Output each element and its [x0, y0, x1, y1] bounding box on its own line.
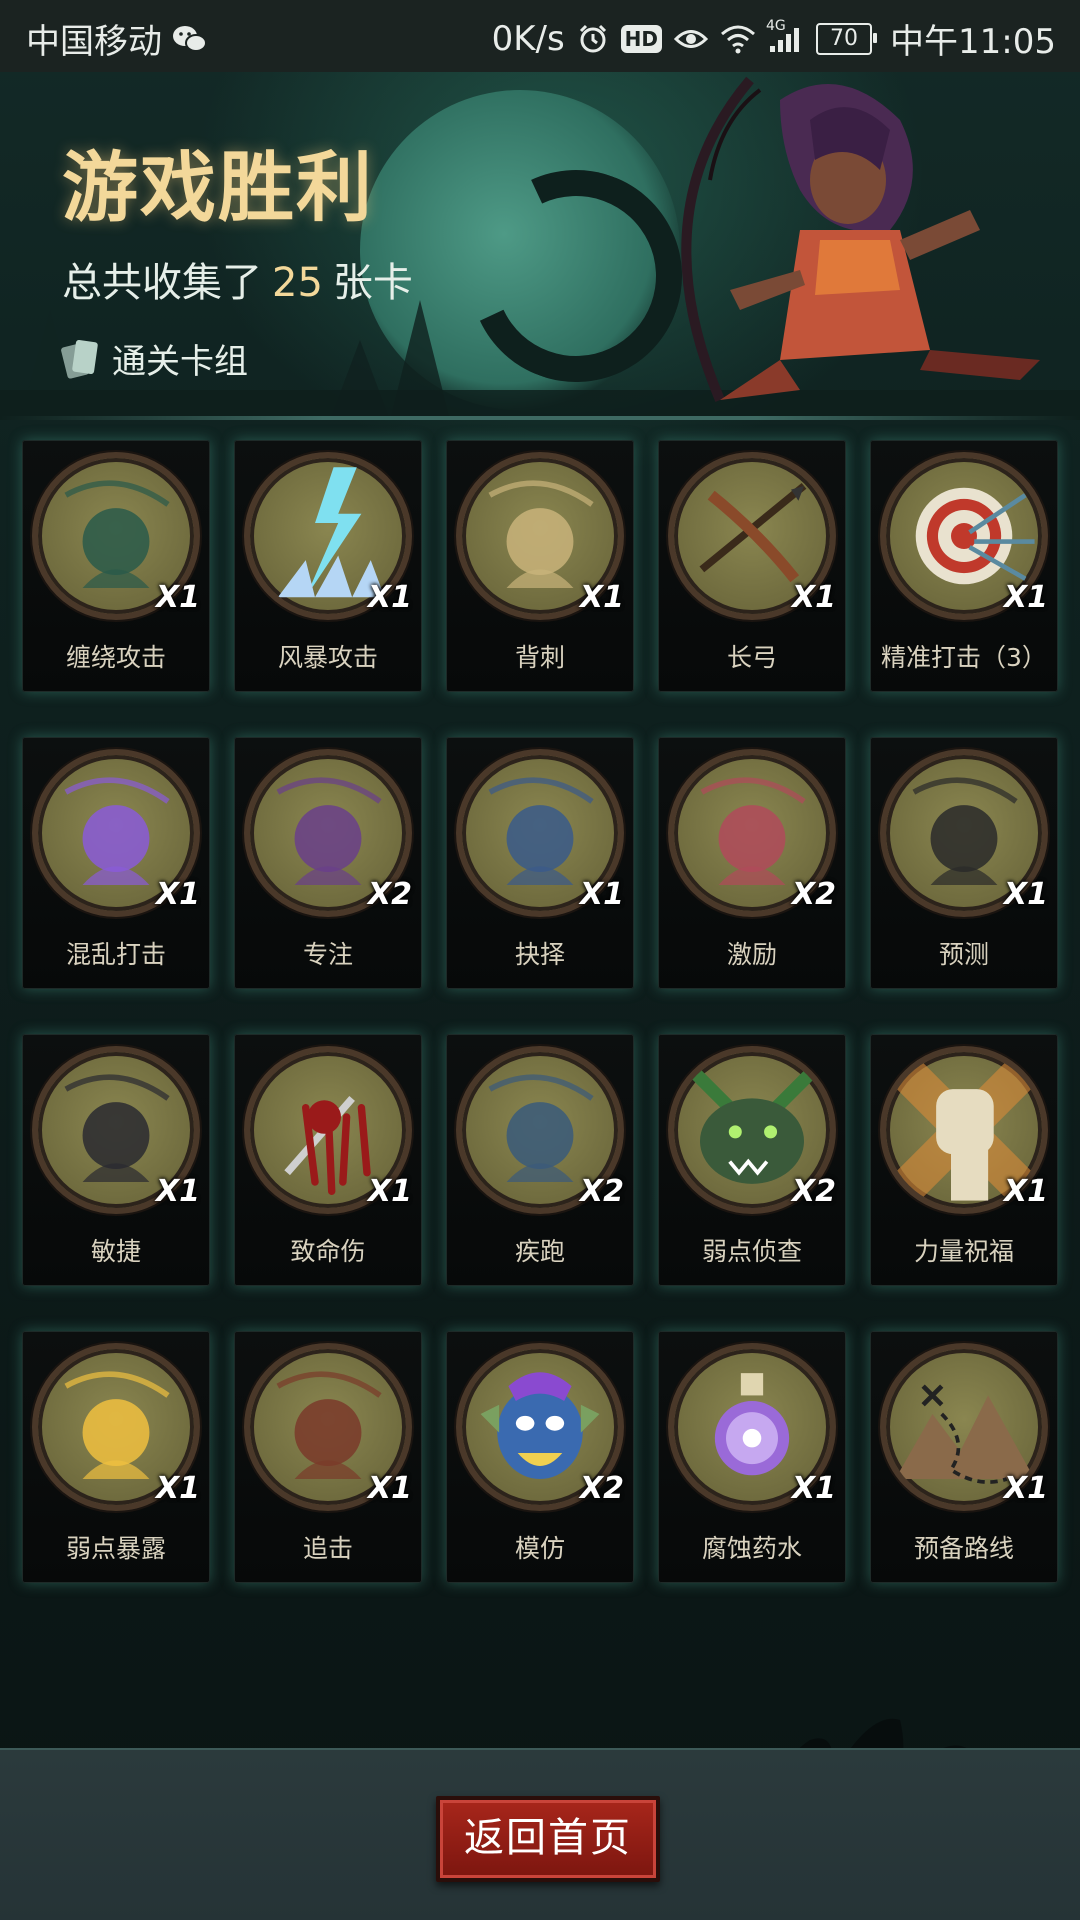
completion-deck-label: 通关卡组: [112, 342, 248, 382]
collected-prefix: 总共收集了: [62, 260, 262, 306]
card-tile[interactable]: X1 预备路线: [870, 1331, 1058, 1583]
return-home-button[interactable]: 返回首页: [436, 1796, 660, 1882]
signal-icon: 4G: [766, 18, 804, 54]
card-tile[interactable]: X1 精准打击（3）: [870, 440, 1058, 692]
card-tile[interactable]: X1 敏捷: [22, 1034, 210, 1286]
card-quantity: X1: [1003, 1174, 1048, 1209]
card-name: 激励: [726, 940, 777, 969]
card-quantity: X1: [1003, 1471, 1048, 1506]
card-quantity: X1: [1003, 580, 1048, 615]
card-quantity: X2: [367, 877, 412, 912]
wifi-icon: [720, 24, 756, 54]
card-quantity: X1: [1003, 877, 1048, 912]
card-name: 致命伤: [290, 1237, 366, 1266]
card-tile[interactable]: X1 长弓: [658, 440, 846, 692]
card-quantity: X1: [367, 1471, 412, 1506]
network-type-label: 4G: [766, 17, 786, 34]
card-quantity: X2: [579, 1174, 624, 1209]
card-name: 长弓: [726, 643, 777, 672]
battery-level: 70: [830, 26, 859, 51]
card-name: 弱点暴露: [65, 1534, 166, 1563]
header-divider: [0, 416, 1080, 420]
card-name: 追击: [302, 1534, 353, 1563]
card-tile[interactable]: X1 预测: [870, 737, 1058, 989]
card-quantity: X1: [579, 877, 624, 912]
card-quantity: X1: [791, 1471, 836, 1506]
eye-icon: [674, 26, 709, 52]
collected-summary: 总共收集了 25 张卡: [62, 250, 413, 308]
card-quantity: X2: [579, 1471, 624, 1506]
card-tile[interactable]: X1 致命伤: [234, 1034, 422, 1286]
card-quantity: X1: [155, 1471, 200, 1506]
card-name: 预测: [938, 940, 989, 969]
card-quantity: X1: [579, 580, 624, 615]
card-deck-icon: [60, 339, 99, 379]
card-name: 背刺: [514, 643, 565, 672]
card-name: 风暴攻击: [277, 643, 378, 672]
clock-label: 中午11:05: [890, 22, 1056, 62]
card-tile[interactable]: X2 弱点侦查: [658, 1034, 846, 1286]
hd-icon: HD: [620, 24, 663, 53]
card-tile[interactable]: X1 腐蚀药水: [658, 1331, 846, 1583]
card-quantity: X1: [791, 580, 836, 615]
card-name: 腐蚀药水: [701, 1534, 802, 1563]
wechat-icon: [172, 24, 208, 54]
card-name: 精准打击（3）: [881, 643, 1047, 672]
victory-title: 游戏胜利: [62, 143, 374, 232]
card-name: 缠绕攻击: [65, 643, 166, 672]
card-name: 疾跑: [514, 1237, 565, 1266]
card-tile[interactable]: X1 缠绕攻击: [22, 440, 210, 692]
card-tile[interactable]: X2 模仿: [446, 1331, 634, 1583]
victory-screen: 中国移动 0K/s HD 4G 70 中午11:05 游戏胜利 总共收集了 25…: [0, 0, 1080, 1920]
card-tile[interactable]: X1 追击: [234, 1331, 422, 1583]
carrier-label: 中国移动: [26, 22, 162, 62]
card-name: 弱点侦查: [701, 1237, 802, 1266]
net-speed-label: 0K/s: [491, 18, 565, 59]
hd-label: HD: [624, 26, 659, 51]
card-name: 抉择: [514, 940, 565, 969]
card-quantity: X1: [155, 1174, 200, 1209]
archer-heroine-illustration: [681, 76, 1040, 402]
card-name: 敏捷: [90, 1237, 141, 1266]
card-quantity: X2: [791, 1174, 836, 1209]
card-quantity: X1: [367, 1174, 412, 1209]
card-tile[interactable]: X1 力量祝福: [870, 1034, 1058, 1286]
card-tile[interactable]: X1 风暴攻击: [234, 440, 422, 692]
card-name: 预备路线: [913, 1534, 1014, 1563]
collected-suffix: 张卡: [332, 260, 413, 306]
card-name: 力量祝福: [913, 1237, 1014, 1266]
card-name: 混乱打击: [65, 940, 166, 969]
card-tile[interactable]: X1 混乱打击: [22, 737, 210, 989]
card-name: 专注: [302, 940, 353, 969]
card-tile[interactable]: X2 激励: [658, 737, 846, 989]
card-quantity: X2: [791, 877, 836, 912]
card-tile[interactable]: X1 抉择: [446, 737, 634, 989]
collected-count: 25: [272, 260, 323, 306]
card-tile[interactable]: X2 疾跑: [446, 1034, 634, 1286]
card-tile[interactable]: X1 背刺: [446, 440, 634, 692]
battery-icon: 70: [816, 22, 878, 55]
card-quantity: X1: [155, 580, 200, 615]
alarm-icon: [577, 23, 609, 55]
card-tile[interactable]: X1 弱点暴露: [22, 1331, 210, 1583]
card-name: 模仿: [514, 1534, 565, 1563]
card-tile[interactable]: X2 专注: [234, 737, 422, 989]
card-quantity: X1: [155, 877, 200, 912]
card-quantity: X1: [367, 580, 412, 615]
completion-deck-link[interactable]: 通关卡组: [60, 334, 248, 383]
